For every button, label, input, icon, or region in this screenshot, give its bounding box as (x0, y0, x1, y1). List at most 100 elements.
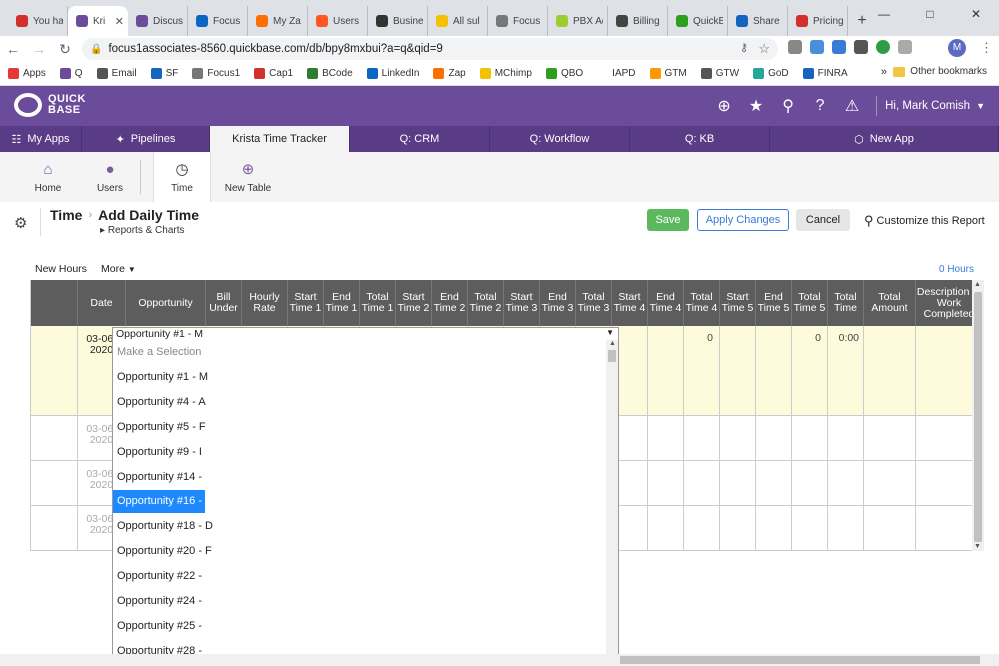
table-cell[interactable] (756, 506, 792, 550)
column-header[interactable]: End Time 4 (648, 280, 684, 326)
other-bookmarks[interactable]: Other bookmarks (893, 66, 987, 77)
chevron-down-icon[interactable]: ▼ (976, 101, 985, 111)
scroll-down-icon[interactable]: ▼ (974, 543, 981, 550)
cancel-button[interactable]: Cancel (796, 209, 850, 231)
table-cell[interactable] (828, 416, 864, 460)
browser-tab[interactable]: Share (728, 6, 788, 36)
column-header[interactable]: Start Time 5 (720, 280, 756, 326)
bookmark-item[interactable]: Cap1 (254, 68, 293, 79)
dropdown-option[interactable]: Opportunity #22 - (113, 565, 313, 588)
save-button[interactable]: Save (647, 209, 689, 231)
table-cell[interactable] (648, 461, 684, 505)
table-cell[interactable] (684, 506, 720, 550)
column-header[interactable]: Total Time 5 (792, 280, 828, 326)
browser-tab[interactable]: My Za (248, 6, 308, 36)
column-header[interactable]: End Time 5 (756, 280, 792, 326)
app-tab[interactable]: ⬡ New App (770, 126, 999, 152)
table-cell[interactable] (648, 416, 684, 460)
browser-tab[interactable]: Kri ✕ (68, 6, 128, 36)
dropdown-option[interactable]: Make a Selection (113, 341, 313, 364)
url-bar[interactable]: 🔒 focus1associates-8560.quickbase.com/db… (82, 38, 778, 60)
app-tab[interactable]: ✦ Pipelines (82, 126, 210, 152)
dropdown-option[interactable]: Opportunity #20 - F (113, 540, 313, 563)
browser-tab[interactable]: PBX Ad (548, 6, 608, 36)
bookmark-item[interactable]: Email (96, 68, 137, 79)
search-icon[interactable]: ⚲ (772, 96, 804, 116)
bookmark-item[interactable]: GTW (700, 68, 739, 79)
table-cell[interactable] (648, 506, 684, 550)
minimize-icon[interactable]: — (861, 0, 907, 28)
grid-scrollbar[interactable]: ▲ ▼ (972, 280, 984, 551)
dropdown-option[interactable]: Opportunity #4 - A (113, 391, 313, 414)
bookmark-item[interactable]: BCode (307, 68, 353, 79)
column-header[interactable]: End Time 1 (324, 280, 360, 326)
table-cell[interactable] (828, 461, 864, 505)
extension-icon[interactable] (898, 40, 912, 54)
table-cell[interactable] (756, 326, 792, 415)
dropdown-option[interactable]: Opportunity #5 - F (113, 416, 313, 439)
table-cell[interactable] (720, 461, 756, 505)
table-cell[interactable] (648, 326, 684, 415)
table-cell[interactable]: 0 (684, 326, 720, 415)
scrollbar-thumb[interactable] (620, 656, 980, 664)
bookmark-item[interactable]: GTM (649, 68, 687, 79)
dropdown-arrow-icon[interactable]: ▼ (606, 327, 614, 339)
table-cell[interactable]: 0:00 (828, 326, 864, 415)
extension-icon[interactable] (832, 40, 846, 54)
app-tab[interactable]: ☷ My Apps (0, 126, 82, 152)
subnav-item[interactable]: ◷ Time (153, 152, 211, 202)
bookmarks-overflow[interactable]: » (881, 66, 887, 78)
table-cell[interactable] (756, 461, 792, 505)
table-cell[interactable] (864, 506, 916, 550)
row-selector[interactable] (31, 416, 78, 460)
app-tab[interactable]: Q: CRM (350, 126, 490, 152)
table-cell[interactable]: 0 (792, 326, 828, 415)
bookmark-item[interactable]: Apps (8, 68, 46, 79)
browser-tab[interactable]: QuickB (668, 6, 728, 36)
table-cell[interactable] (864, 416, 916, 460)
quickbase-logo[interactable]: QUICK BASE (14, 93, 86, 117)
browser-tab[interactable]: You ha (8, 6, 68, 36)
bookmark-item[interactable]: Q (59, 68, 83, 79)
new-hours-link[interactable]: New Hours (35, 263, 87, 275)
table-cell[interactable] (828, 506, 864, 550)
user-menu[interactable]: Hi, Mark Comish (885, 100, 970, 112)
bookmark-item[interactable]: Zap (433, 68, 466, 79)
browser-tab[interactable]: Pricing (788, 6, 848, 36)
scrollbar-thumb[interactable] (608, 350, 616, 362)
column-header[interactable]: Start Time 3 (504, 280, 540, 326)
browser-menu-icon[interactable]: ⋮ (980, 40, 993, 56)
dropdown-option[interactable]: Opportunity #16 - C (113, 490, 213, 514)
table-cell[interactable] (792, 416, 828, 460)
row-selector[interactable] (31, 326, 78, 415)
extension-icon[interactable] (788, 40, 802, 54)
browser-tab[interactable]: Busine (368, 6, 428, 36)
subnav-item[interactable]: ⊕ New Table (211, 152, 285, 202)
dropdown-scrollbar[interactable]: ▲ (606, 340, 618, 666)
bookmark-item[interactable]: LinkedIn (366, 68, 419, 79)
gear-icon[interactable]: ⚙ (14, 214, 27, 232)
app-tab[interactable]: Q: KB (630, 126, 770, 152)
apply-changes-button[interactable]: Apply Changes (697, 209, 789, 231)
breadcrumb-table[interactable]: Time (50, 207, 82, 223)
subnav-item[interactable]: ● Users (80, 152, 140, 202)
bookmark-item[interactable]: SF (150, 68, 178, 79)
maximize-icon[interactable]: □ (907, 0, 953, 28)
browser-tab[interactable]: Billing (608, 6, 668, 36)
dropdown-option[interactable]: Opportunity #25 - (113, 615, 313, 638)
row-selector[interactable] (31, 506, 78, 550)
app-tab[interactable]: Krista Time Tracker (210, 126, 350, 152)
table-cell[interactable] (720, 416, 756, 460)
tab-close-icon[interactable]: ✕ (115, 15, 124, 28)
table-cell[interactable] (792, 461, 828, 505)
dropdown-option[interactable]: Opportunity #24 - (113, 590, 313, 613)
profile-avatar[interactable]: M (948, 39, 966, 57)
app-tab[interactable]: Q: Workflow (490, 126, 630, 152)
browser-tab[interactable]: Focus (488, 6, 548, 36)
bookmark-item[interactable]: QBO (545, 68, 583, 79)
column-header[interactable]: Start Time 4 (612, 280, 648, 326)
column-header[interactable]: Hourly Rate (242, 280, 288, 326)
browser-tab[interactable]: Users (308, 6, 368, 36)
reload-icon[interactable]: ↻ (52, 41, 78, 58)
bookmark-item[interactable]: IAPD (597, 68, 636, 79)
